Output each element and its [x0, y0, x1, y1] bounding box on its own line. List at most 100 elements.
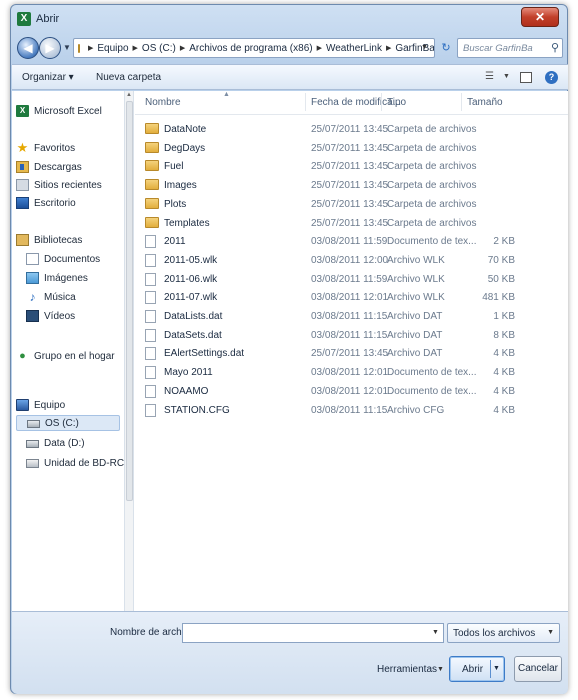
file-size: 4 KB	[493, 385, 515, 397]
file-type: Archivo WLK	[387, 273, 445, 285]
file-size: 4 KB	[493, 404, 515, 416]
open-button[interactable]: Abrir ▼	[449, 656, 505, 682]
organize-menu-button[interactable]: Organizar ▾	[22, 72, 74, 83]
forward-button[interactable]: ▶	[39, 37, 61, 59]
file-row[interactable]: DegDays 25/07/2011 13:45 Carpeta de archiv…	[135, 139, 568, 158]
sidebar-item-microsoft-excel[interactable]: X Microsoft Excel	[16, 103, 102, 119]
file-row[interactable]: DataSets.dat 03/08/2011 11:15 Archivo DAT 8…	[135, 326, 568, 345]
tools-button[interactable]: Herramientas	[377, 664, 437, 675]
sort-caret-icon: ▲	[223, 91, 230, 98]
new-folder-button[interactable]: Nueva carpeta	[96, 72, 161, 83]
views-dropdown-icon[interactable]: ▼	[503, 73, 510, 80]
sidebar-item-data-d[interactable]: Data (D:)	[26, 435, 85, 451]
open-dropdown-icon[interactable]: ▼	[493, 665, 500, 672]
file-row[interactable]: Templates 25/07/2011 13:45 Carpeta de arch…	[135, 214, 568, 233]
file-row[interactable]: Plots 25/07/2011 13:45 Carpeta de archivos	[135, 195, 568, 214]
file-row[interactable]: Images 25/07/2011 13:45 Carpeta de archivo…	[135, 176, 568, 195]
file-date: 25/07/2011 13:45	[311, 180, 389, 192]
file-size: 50 KB	[487, 273, 515, 285]
open-dialog: X Abrir ✕ ◀ ▶ ▼ ▶ Equipo ▶ OS (C:) ▶ Arc…	[10, 4, 568, 694]
sidebar-item-label: Data (D:)	[44, 437, 85, 449]
sidebar-item-musica[interactable]: ♪ Música	[26, 289, 76, 305]
chevron-right-icon: ▶	[132, 45, 138, 52]
navigation-pane: X Microsoft Excel ★ Favoritos Descargas …	[12, 91, 125, 611]
file-type: Carpeta de archivos	[387, 124, 477, 135]
file-row[interactable]: 2011-06.wlk 03/08/2011 11:59 Archivo WLK 50…	[135, 270, 568, 289]
breadcrumb-item[interactable]: GarfinBa	[395, 43, 434, 54]
file-row[interactable]: Mayo 2011 03/08/2011 12:01 Documento de te…	[135, 363, 568, 382]
chevron-right-icon: ▶	[88, 45, 94, 52]
file-row[interactable]: EAlertSettings.dat 25/07/2011 13:45 Archiv…	[135, 344, 568, 363]
file-row[interactable]: 2011-07.wlk 03/08/2011 12:01 Archivo WLK 48…	[135, 288, 568, 307]
breadcrumb-item[interactable]: Equipo	[97, 43, 128, 54]
sidebar-item-unidad-bd[interactable]: Unidad de BD-RC	[26, 455, 124, 471]
navigation-scrollbar[interactable]: ▲	[125, 91, 134, 611]
sidebar-item-imagenes[interactable]: Imágenes	[26, 270, 88, 286]
file-type: Documento de tex...	[387, 367, 477, 379]
sidebar-item-equipo[interactable]: Equipo	[16, 397, 65, 413]
folder-icon	[78, 43, 80, 53]
file-icon	[145, 366, 156, 380]
documents-icon	[26, 253, 39, 265]
column-divider[interactable]	[381, 93, 382, 111]
chevron-right-icon: ▶	[316, 45, 322, 52]
file-icon	[145, 347, 156, 361]
close-button[interactable]: ✕	[521, 7, 559, 27]
filename-dropdown-icon[interactable]: ▼	[432, 629, 439, 636]
address-bar[interactable]: ▶ Equipo ▶ OS (C:) ▶ Archivos de program…	[73, 38, 435, 58]
sidebar-item-descargas[interactable]: Descargas	[16, 159, 82, 175]
file-row[interactable]: Fuel 25/07/2011 13:45 Carpeta de archivos	[135, 157, 568, 176]
breadcrumb-item[interactable]: WeatherLink	[326, 43, 382, 54]
file-date: 03/08/2011 11:59	[311, 236, 388, 248]
address-dropdown-icon[interactable]: ▼	[421, 44, 428, 51]
sidebar-item-grupo-hogar[interactable]: ● Grupo en el hogar	[16, 348, 115, 364]
back-button[interactable]: ◀	[17, 37, 39, 59]
sidebar-item-label: Documentos	[44, 253, 101, 265]
column-header-name[interactable]: Nombre	[145, 97, 181, 108]
file-row[interactable]: 2011-05.wlk 03/08/2011 12:00 Archivo WLK 70…	[135, 251, 568, 270]
sidebar-item-sitios-recientes[interactable]: Sitios recientes	[16, 177, 102, 193]
column-header-type[interactable]: Tipo	[387, 97, 406, 108]
views-icon[interactable]: ☰	[485, 71, 494, 82]
sidebar-item-bibliotecas[interactable]: Bibliotecas	[16, 232, 82, 248]
file-name: EAlertSettings.dat	[164, 348, 245, 360]
folder-icon	[145, 216, 159, 228]
column-divider[interactable]	[305, 93, 306, 111]
file-type: Archivo WLK	[387, 292, 445, 304]
help-icon[interactable]: ?	[545, 71, 558, 84]
filetype-select[interactable]: Todos los archivos ▼	[447, 623, 560, 643]
cancel-button[interactable]: Cancelar	[514, 656, 562, 682]
sidebar-item-label: Microsoft Excel	[34, 105, 102, 117]
file-icon	[145, 384, 156, 398]
search-placeholder: Buscar GarfinBa	[463, 43, 533, 54]
search-input[interactable]: Buscar GarfinBa ⚲	[457, 38, 563, 58]
scrollbar-thumb[interactable]	[126, 101, 133, 501]
file-icon	[145, 272, 156, 286]
file-type: Archivo DAT	[387, 311, 443, 322]
file-size: 481 KB	[482, 292, 515, 304]
breadcrumb-item[interactable]: Archivos de programa (x86)	[189, 43, 312, 54]
column-divider[interactable]	[461, 93, 462, 111]
sidebar-item-label: Grupo en el hogar	[34, 350, 115, 362]
file-row[interactable]: DataLists.dat 03/08/2011 11:15 Archivo DAT…	[135, 307, 568, 326]
file-row[interactable]: 2011 03/08/2011 11:59 Documento de tex... 2…	[135, 232, 568, 251]
sidebar-item-escritorio[interactable]: Escritorio	[16, 195, 76, 211]
sidebar-item-documentos[interactable]: Documentos	[26, 251, 100, 267]
file-date: 03/08/2011 11:59	[311, 273, 388, 285]
sidebar-item-favoritos[interactable]: ★ Favoritos	[16, 140, 75, 156]
file-row[interactable]: NOAAMO 03/08/2011 12:01 Documento de tex..…	[135, 382, 568, 401]
sidebar-item-os-c[interactable]: OS (C:)	[16, 415, 120, 431]
search-icon: ⚲	[550, 42, 559, 54]
file-row[interactable]: STATION.CFG 03/08/2011 11:15 Archivo CFG 4 …	[135, 401, 568, 420]
column-header-size[interactable]: Tamaño	[467, 97, 503, 108]
tools-dropdown-icon[interactable]: ▼	[437, 666, 444, 673]
preview-pane-icon[interactable]	[520, 72, 532, 83]
sidebar-item-videos[interactable]: Vídeos	[26, 308, 75, 324]
breadcrumb-item[interactable]: OS (C:)	[142, 43, 176, 54]
file-row[interactable]: DataNote 25/07/2011 13:45 Carpeta de archi…	[135, 120, 568, 139]
filename-input[interactable]	[182, 623, 444, 643]
recent-locations-dropdown[interactable]: ▼	[63, 43, 71, 52]
star-icon: ★	[16, 140, 29, 155]
scroll-up-icon[interactable]: ▲	[126, 92, 132, 98]
refresh-icon[interactable]: ↻	[436, 38, 456, 58]
